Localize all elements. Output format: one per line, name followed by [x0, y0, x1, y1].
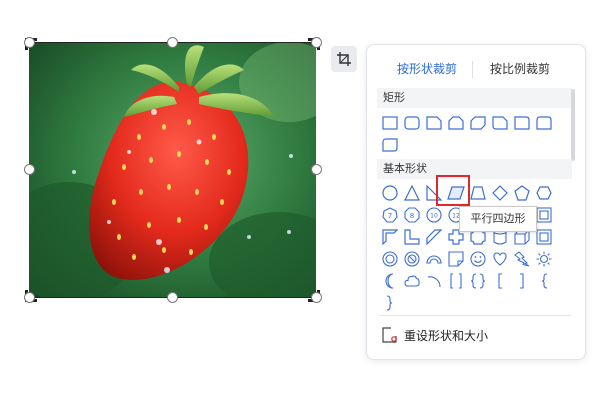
resize-handle-bottom-right[interactable]: [311, 292, 322, 303]
shape-double-bracket[interactable]: [445, 271, 467, 291]
stage: 按形状裁剪 按比例裁剪 矩形 基本形状 7 8 10 12 重设形状和大小 平行…: [0, 0, 601, 406]
shape-decagon[interactable]: 10: [423, 205, 445, 225]
selected-shape-highlight: [436, 175, 470, 206]
strawberry-image[interactable]: [29, 42, 316, 298]
shape-double-brace[interactable]: [467, 271, 489, 291]
crop-mode-tabs: 按形状裁剪 按比例裁剪: [367, 57, 587, 81]
reset-shape-size-label: 重设形状和大小: [404, 328, 489, 343]
shape-arc[interactable]: [423, 271, 445, 291]
shape-right-bracket[interactable]: [511, 271, 533, 291]
shape-left-bracket[interactable]: [489, 271, 511, 291]
shape-heptagon[interactable]: 7: [379, 205, 401, 225]
shape-snip-single-corner[interactable]: [423, 113, 445, 133]
shape-lightning-bolt[interactable]: [511, 249, 533, 269]
shape-triangle[interactable]: [401, 183, 423, 203]
shape-snip-round-corner[interactable]: [489, 113, 511, 133]
shape-smiley-face[interactable]: [467, 249, 489, 269]
shape-rounded-rectangle[interactable]: [401, 113, 423, 133]
shape-hexagon[interactable]: [533, 183, 555, 203]
reset-shape-icon: [382, 327, 397, 343]
shape-oval[interactable]: [379, 183, 401, 203]
shape-half-frame[interactable]: [379, 227, 401, 247]
rectangle-shape-grid: [379, 113, 555, 157]
tab-separator: [472, 61, 473, 78]
shape-folded-corner[interactable]: [445, 249, 467, 269]
tab-crop-by-shape[interactable]: 按形状裁剪: [397, 57, 457, 81]
heptagon-label: 7: [388, 212, 392, 220]
shape-block-arc[interactable]: [423, 249, 445, 269]
shape-sun[interactable]: [533, 249, 555, 269]
shape-trapezoid[interactable]: [467, 183, 489, 203]
shape-diagonal-stripe[interactable]: [423, 227, 445, 247]
shape-cloud[interactable]: [401, 271, 423, 291]
shape-round-diagonal[interactable]: [379, 135, 401, 155]
panel-scrollbar[interactable]: [571, 89, 575, 161]
shape-l-shape[interactable]: [401, 227, 423, 247]
panel-divider: [379, 315, 571, 316]
shape-right-brace[interactable]: [379, 293, 401, 313]
resize-handle-top-left[interactable]: [24, 37, 35, 48]
shape-snip-diagonal[interactable]: [467, 113, 489, 133]
shape-moon[interactable]: [379, 271, 401, 291]
resize-handle-right[interactable]: [311, 164, 322, 175]
crop-icon: [337, 52, 351, 66]
reset-shape-size-button[interactable]: 重设形状和大小: [382, 325, 488, 345]
shape-round-single-corner[interactable]: [511, 113, 533, 133]
section-basic-shapes-title: 基本形状: [377, 159, 572, 179]
shape-snip-same-side[interactable]: [445, 113, 467, 133]
shape-rectangle[interactable]: [379, 113, 401, 133]
shape-diamond[interactable]: [489, 183, 511, 203]
shape-pentagon[interactable]: [511, 183, 533, 203]
shape-no-symbol[interactable]: [401, 249, 423, 269]
shape-round-same-side[interactable]: [533, 113, 555, 133]
shape-tooltip: 平行四边形: [459, 206, 537, 232]
resize-handle-top[interactable]: [167, 37, 178, 48]
resize-handle-bottom[interactable]: [167, 292, 178, 303]
resize-handle-bottom-left[interactable]: [24, 292, 35, 303]
section-rectangle-title: 矩形: [377, 88, 572, 108]
crop-panel: 按形状裁剪 按比例裁剪 矩形 基本形状 7 8 10 12 重设形状和大小: [366, 44, 586, 360]
shape-donut[interactable]: [379, 249, 401, 269]
crop-tool-button[interactable]: [331, 46, 357, 72]
resize-handle-left[interactable]: [24, 164, 35, 175]
tab-crop-by-ratio[interactable]: 按比例裁剪: [490, 57, 550, 81]
decagon-label: 10: [430, 213, 438, 220]
shape-octagon[interactable]: 8: [401, 205, 423, 225]
shape-left-brace[interactable]: [533, 271, 555, 291]
shape-heart[interactable]: [489, 249, 511, 269]
octagon-label: 8: [410, 212, 414, 220]
resize-handle-top-right[interactable]: [311, 37, 322, 48]
